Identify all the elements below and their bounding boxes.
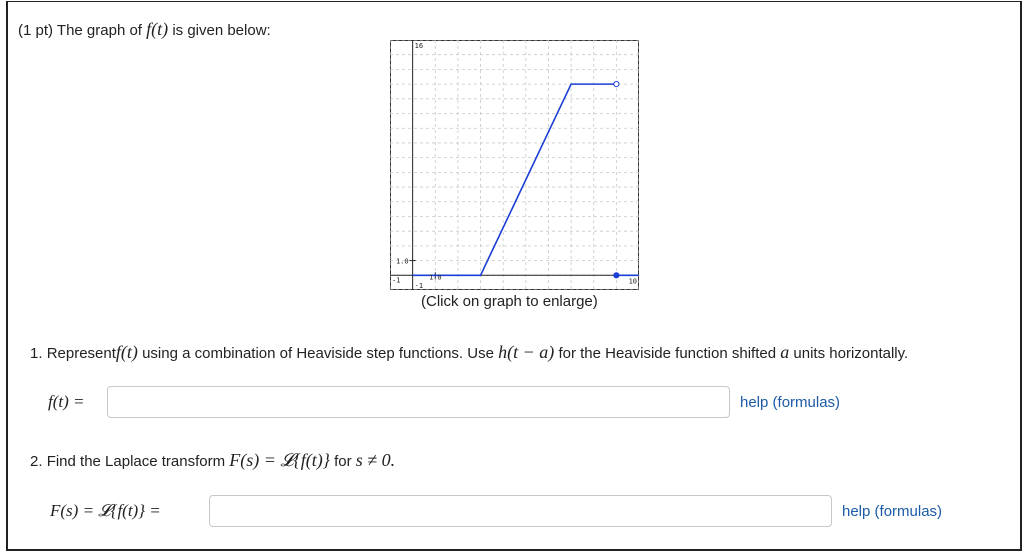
graph-grid <box>390 40 639 290</box>
q2-answer-label: F(s) = 𝓛{f(t)} = <box>50 501 161 520</box>
graph-caption[interactable]: (Click on graph to enlarge) <box>421 293 598 310</box>
q1-text-d: units horizontally. <box>793 345 909 362</box>
intro-function: f(t) <box>146 19 169 39</box>
graph-svg: 16 1.0 -1 -1 1.0 10 <box>390 40 639 290</box>
tick-label-ymax: 16 <box>415 42 423 50</box>
q2-answer-input[interactable] <box>209 495 832 527</box>
open-endpoint <box>613 81 620 88</box>
q1-answer-input[interactable] <box>107 386 730 418</box>
q1-number: 1. <box>30 345 43 362</box>
filled-endpoint <box>613 272 620 279</box>
q1-answer-label: f(t) = <box>48 392 85 411</box>
intro-suffix: is given below: <box>172 22 271 39</box>
tick-label-xmin: -1 <box>392 276 400 284</box>
q1-heaviside: h(t − a) <box>498 342 555 362</box>
intro-prefix: (1 pt) The graph of <box>18 22 142 39</box>
tick-label-ymin: -1 <box>415 282 423 290</box>
q2-number: 2. <box>30 453 43 470</box>
q1-help-link[interactable]: help (formulas) <box>740 394 840 411</box>
q1-text-b: using a combination of Heaviside step fu… <box>142 345 494 362</box>
q2-text-a: Find the Laplace transform <box>46 453 226 470</box>
q1-shift-variable: a <box>780 342 790 362</box>
q1-text-a: Represent <box>46 345 116 362</box>
tick-label-xmark: 1.0 <box>429 273 442 281</box>
q2-expression: F(s) = 𝓛{f(t)} <box>229 450 330 470</box>
q2-text-b: for <box>334 453 352 470</box>
tick-label-xmax: 10 <box>629 277 637 285</box>
problem-intro: (1 pt) The graph of f(t) is given below: <box>18 19 271 40</box>
q2-help-link[interactable]: help (formulas) <box>842 503 942 520</box>
q1-text-c: for the Heaviside function shifted <box>558 345 777 362</box>
graph-border <box>390 40 639 290</box>
q1-function: f(t) <box>115 342 138 362</box>
question-2: 2. Find the Laplace transform F(s) = 𝓛{f… <box>30 450 395 471</box>
q2-condition: s ≠ 0. <box>355 450 396 470</box>
function-graph[interactable]: 16 1.0 -1 -1 1.0 10 <box>390 40 639 290</box>
tick-label-ymark: 1.0 <box>396 258 409 266</box>
question-1: 1. Representf(t) using a combination of … <box>30 342 908 363</box>
